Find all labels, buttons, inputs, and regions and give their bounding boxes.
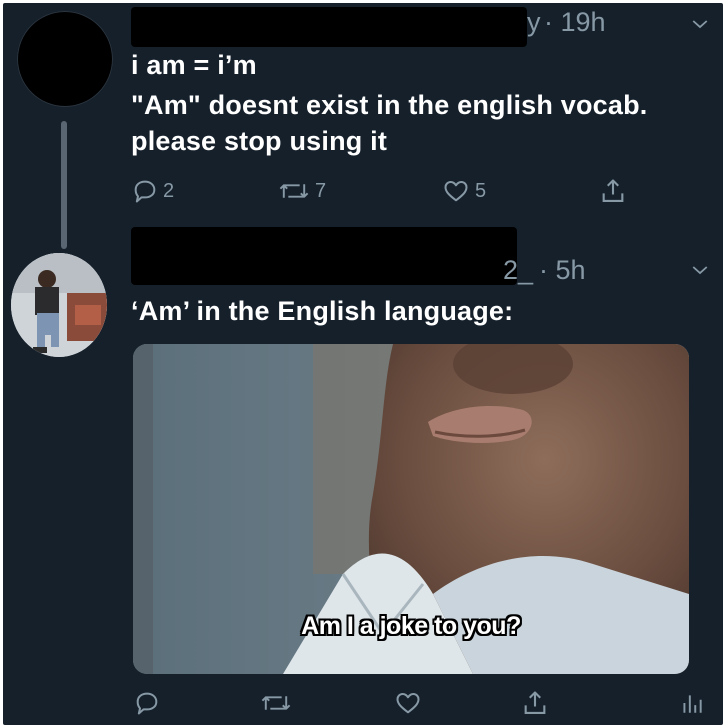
tweet-2[interactable]: 2_ · 5h ‘Am’ in the English language: Am…	[3, 3, 723, 725]
reply-icon	[136, 692, 158, 715]
share-button[interactable]	[521, 685, 549, 721]
like-icon	[396, 693, 420, 714]
redacted-name	[131, 227, 517, 285]
like-button[interactable]	[393, 685, 423, 721]
retweet-icon	[261, 696, 291, 710]
chevron-down-icon[interactable]	[691, 261, 709, 279]
reply-button[interactable]	[133, 685, 161, 721]
retweet-button[interactable]	[259, 685, 293, 721]
timeline: y · 19h i am = i’m "Am" doesnt exist in …	[3, 3, 723, 725]
action-bar	[3, 685, 723, 725]
media-image[interactable]: Am I a joke to you?	[133, 344, 689, 674]
avatar[interactable]	[11, 253, 107, 357]
share-icon	[524, 691, 546, 714]
analytics-icon	[683, 695, 702, 713]
avatar-photo	[11, 253, 107, 357]
handle-fragment: 2_	[503, 255, 534, 285]
analytics-button[interactable]	[679, 685, 705, 721]
tweet-text: ‘Am’ in the English language:	[131, 296, 514, 326]
meme-caption: Am I a joke to you?	[301, 612, 521, 640]
timestamp[interactable]: · 5h	[539, 255, 586, 286]
